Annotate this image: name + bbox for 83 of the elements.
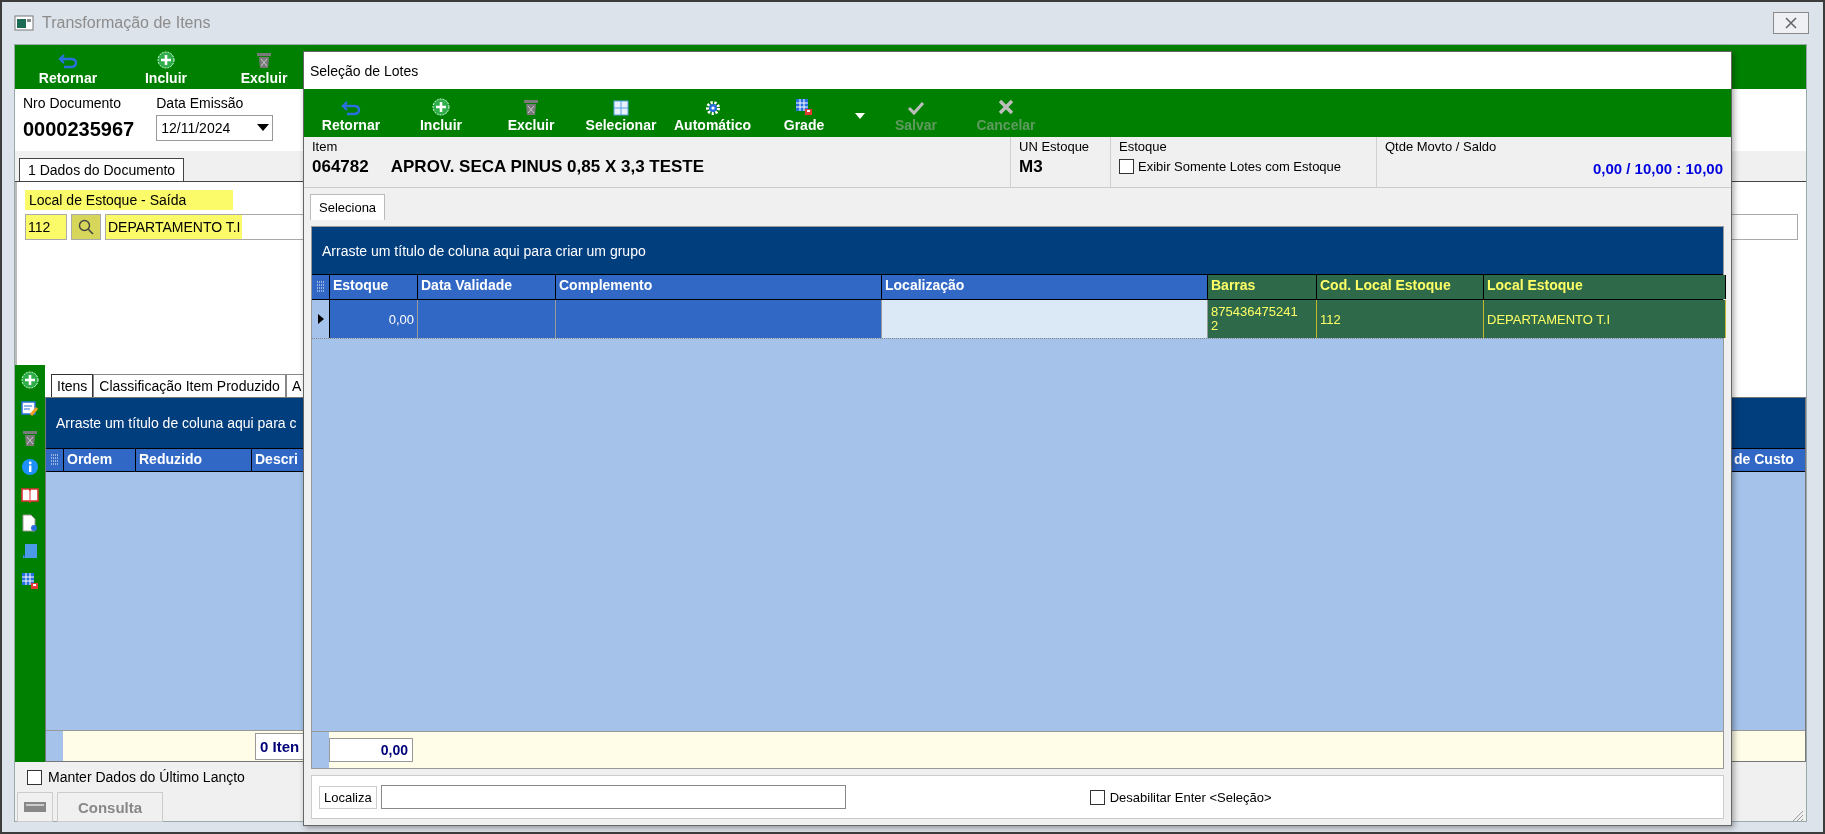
column-chooser-icon bbox=[316, 280, 325, 294]
check-icon bbox=[907, 100, 925, 116]
field-label: Nro Documento bbox=[23, 95, 123, 111]
trash-icon bbox=[522, 98, 540, 116]
table-cell: DEPARTAMENTO T.I bbox=[1484, 300, 1726, 338]
item-code: 064782 bbox=[312, 157, 369, 177]
group-label: Qtde Movto / Saldo bbox=[1385, 139, 1498, 154]
window-grid-icon bbox=[613, 100, 629, 116]
trash-icon bbox=[21, 429, 39, 447]
field-label: Data Emissão bbox=[156, 95, 245, 111]
keyboard-icon bbox=[23, 801, 47, 813]
group-hint: Arraste um título de coluna aqui para c bbox=[56, 415, 297, 431]
column-chooser-icon bbox=[50, 453, 59, 467]
return-arrow-icon bbox=[341, 100, 361, 116]
trash-icon bbox=[255, 51, 273, 69]
tab[interactable]: 1 Dados do Documento bbox=[19, 158, 185, 181]
checkbox-label: Exibir Somente Lotes com Estoque bbox=[1138, 159, 1342, 174]
table-cell: 0,00 bbox=[330, 300, 418, 338]
resize-grip-icon bbox=[1790, 808, 1804, 822]
checkbox-label: Desabilitar Enter <Seleção> bbox=[1109, 789, 1272, 805]
date-field[interactable]: 12/11/2024 bbox=[156, 115, 274, 141]
return-arrow-icon bbox=[58, 53, 78, 69]
plus-icon bbox=[432, 98, 450, 116]
book-icon bbox=[21, 487, 39, 503]
table-cell: 8754364752412 bbox=[1208, 300, 1317, 338]
group-label: Estoque bbox=[1119, 139, 1168, 154]
document-icon bbox=[22, 514, 38, 532]
column-header[interactable]: Local Estoque bbox=[1484, 275, 1726, 299]
toolbar-button[interactable]: Retornar bbox=[19, 51, 117, 89]
column-header[interactable]: Barras bbox=[1208, 275, 1317, 299]
checkbox[interactable] bbox=[1119, 159, 1134, 174]
search-icon bbox=[78, 219, 94, 235]
column-header[interactable]: Reduzido bbox=[136, 449, 252, 471]
field-label: Local de Estoque - Saída bbox=[25, 190, 233, 210]
toolbar-button[interactable]: Retornar bbox=[306, 98, 396, 137]
x-icon bbox=[997, 98, 1015, 116]
toolbar-button[interactable]: Automático bbox=[666, 98, 759, 137]
table-icon bbox=[21, 572, 39, 590]
close-button[interactable] bbox=[1773, 12, 1809, 34]
gear-icon bbox=[704, 100, 721, 116]
tab[interactable]: Classificação Item Produzido bbox=[93, 374, 286, 397]
column-header[interactable]: Ordem bbox=[64, 449, 136, 471]
document-number: 0000235967 bbox=[23, 118, 135, 141]
item-description: APROV. SECA PINUS 0,85 X 3,3 TESTE bbox=[390, 157, 705, 177]
toolbar-button[interactable]: Incluir bbox=[117, 49, 215, 89]
checkbox-label: Manter Dados do Último Lançto bbox=[48, 769, 245, 785]
checkbox[interactable] bbox=[1089, 789, 1105, 805]
window-title: Transformação de Itens bbox=[42, 14, 211, 32]
status-mode: Consulta bbox=[57, 792, 163, 822]
dialog-title: Seleção de Lotes bbox=[310, 62, 419, 79]
unit-value: M3 bbox=[1019, 157, 1043, 177]
caret-icon bbox=[855, 113, 865, 119]
balance-value: 0,00 / 10,00 : 10,00 bbox=[1592, 160, 1723, 177]
column-header[interactable]: Complemento bbox=[556, 275, 882, 299]
search-field[interactable] bbox=[380, 785, 846, 809]
field-label: Localiza bbox=[319, 785, 377, 809]
tab[interactable]: Seleciona bbox=[310, 194, 386, 220]
total-box: 0,00 bbox=[329, 738, 413, 762]
close-icon bbox=[1785, 17, 1797, 29]
tab[interactable]: Itens bbox=[51, 374, 94, 397]
column-header[interactable]: Data Validade bbox=[418, 275, 556, 299]
toolbar-button[interactable]: Selecionar bbox=[576, 98, 666, 137]
table-icon bbox=[795, 98, 813, 116]
toolbar-button[interactable]: Grade bbox=[759, 96, 849, 137]
info-icon bbox=[21, 458, 39, 476]
column-header[interactable]: Estoque bbox=[330, 275, 418, 299]
code-field[interactable]: 112 bbox=[25, 214, 67, 240]
toolbar-button[interactable]: Incluir bbox=[396, 96, 486, 137]
edit-note-icon bbox=[21, 400, 39, 418]
toolbar-button[interactable]: Excluir bbox=[486, 96, 576, 137]
checkbox[interactable] bbox=[27, 769, 42, 785]
window-icon bbox=[14, 15, 34, 31]
note-icon bbox=[22, 543, 38, 561]
plus-icon bbox=[157, 51, 175, 69]
column-header[interactable]: Cod. Local Estoque bbox=[1317, 275, 1484, 299]
table-cell: 112 bbox=[1317, 300, 1484, 338]
group-label: UN Estoque bbox=[1019, 139, 1091, 154]
group-hint: Arraste um título de coluna aqui para criar um grupo bbox=[322, 242, 646, 259]
total-box: 0 Iten bbox=[255, 732, 305, 760]
search-button[interactable] bbox=[71, 214, 101, 240]
group-label: Item bbox=[312, 139, 339, 154]
current-row-icon bbox=[317, 314, 324, 324]
plus-icon bbox=[21, 371, 39, 389]
